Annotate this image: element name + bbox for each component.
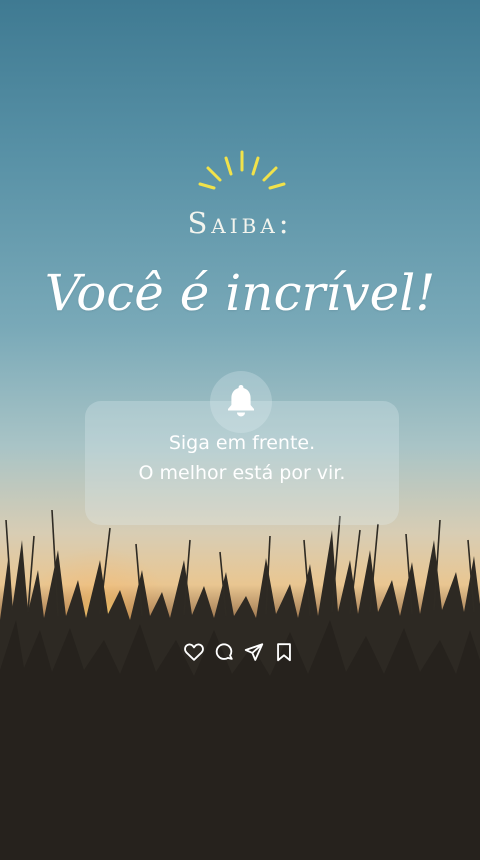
heart-icon[interactable] [183,640,205,664]
grass-silhouette [0,509,480,860]
story-canvas: Saiba: Você é incrível! Siga em frente. … [0,0,480,860]
headline: Você é incrível! [44,264,436,322]
message-line-1: Siga em frente. [168,432,316,454]
kicker-text: Saiba: [187,206,293,240]
message-line-2: O melhor está por vir. [138,462,346,484]
comment-icon[interactable] [213,640,235,664]
bookmark-icon[interactable] [273,640,295,664]
action-bar [183,640,299,664]
bell-icon [228,385,254,417]
send-icon[interactable] [243,640,265,664]
sun-rays-icon [198,150,286,190]
